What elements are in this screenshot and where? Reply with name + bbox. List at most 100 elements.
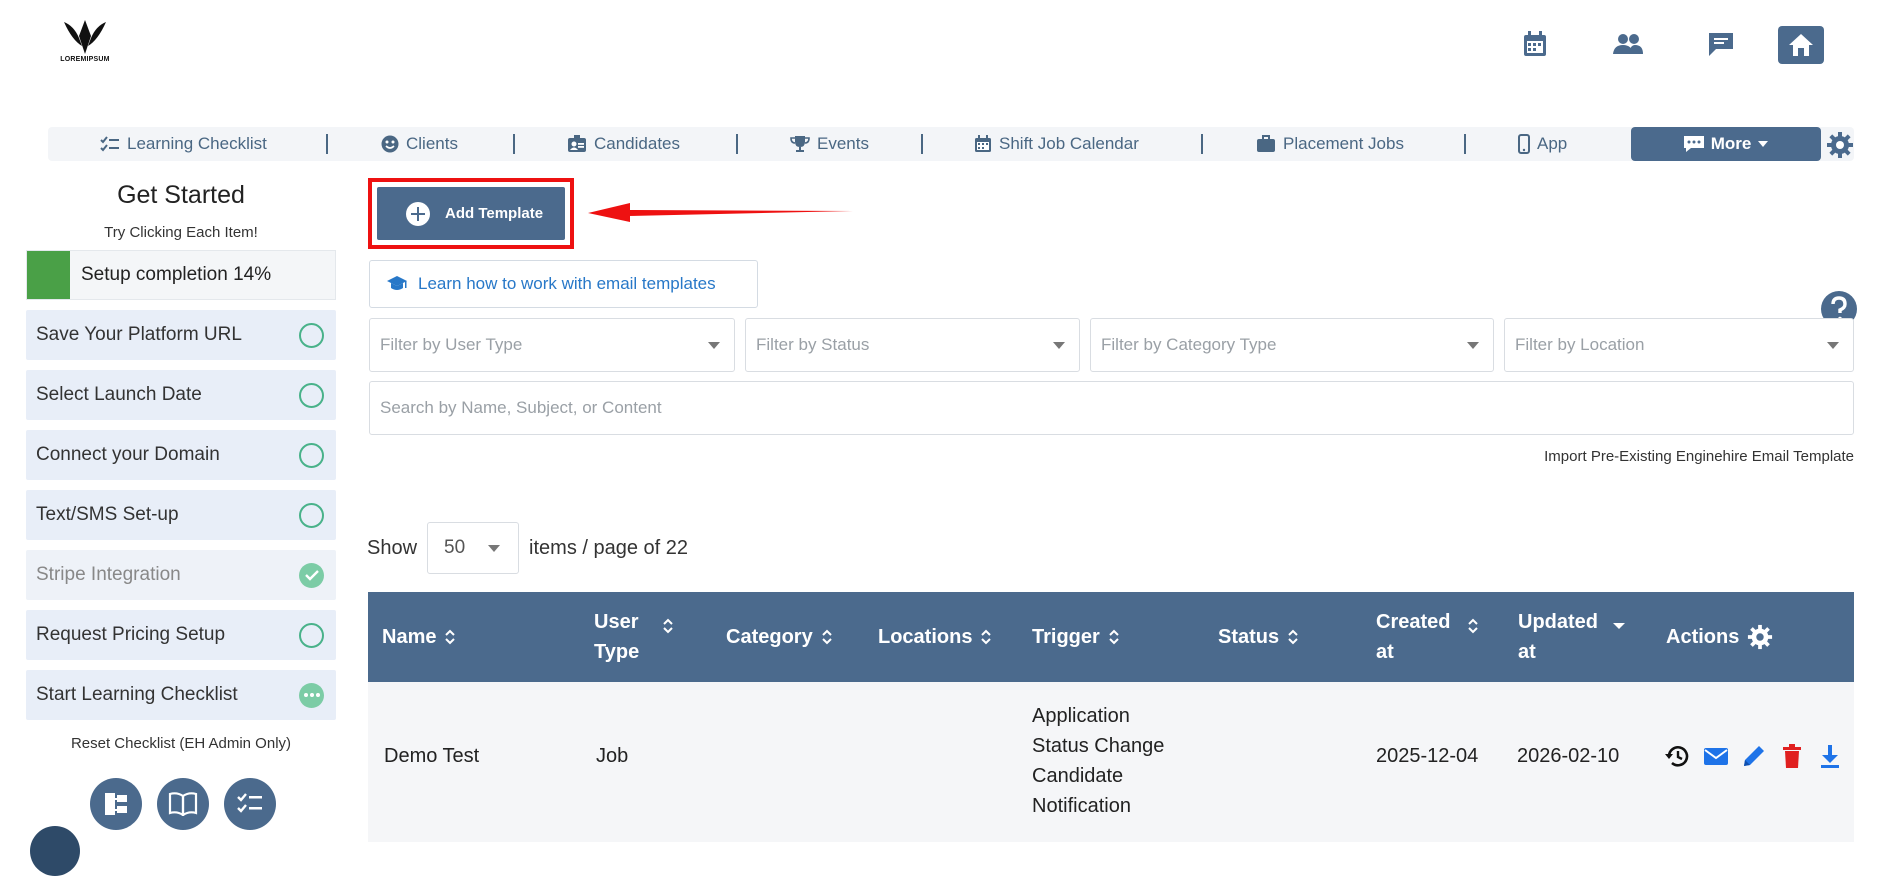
people-icon[interactable] — [1613, 29, 1643, 59]
progress-label: Setup completion 14% — [81, 264, 272, 285]
add-template-label: Add Template — [445, 205, 544, 222]
caret-down-icon — [488, 544, 501, 552]
checklist-item-label: Text/SMS Set-up — [36, 504, 179, 525]
edit-pencil-icon[interactable] — [1740, 742, 1768, 770]
briefcase-icon — [1257, 135, 1275, 152]
search-placeholder: Search by Name, Subject, or Content — [380, 398, 662, 417]
checklist-item-label: Connect your Domain — [36, 444, 220, 465]
learn-link-label: Learn how to work with email templates — [418, 274, 716, 293]
nav-events[interactable]: Events — [790, 127, 869, 161]
sort-icon — [1288, 629, 1298, 645]
checklist-button[interactable] — [224, 778, 276, 830]
pending-circle-icon — [299, 622, 324, 648]
show-label: Show — [367, 536, 418, 559]
col-status[interactable]: Status — [1218, 592, 1299, 682]
calendar-icon[interactable] — [1520, 29, 1550, 59]
pending-circle-icon — [299, 382, 324, 408]
col-category[interactable]: Category — [726, 592, 833, 682]
nav-clients[interactable]: Clients — [381, 127, 458, 161]
filter-category-type[interactable]: Filter by Category Type — [1090, 318, 1494, 372]
checklist-icon — [237, 793, 262, 813]
checklist-item-launch-date[interactable]: Select Launch Date — [26, 370, 336, 420]
sort-icon — [1468, 618, 1478, 634]
nav-app[interactable]: App — [1518, 127, 1567, 161]
checklist-item-label: Start Learning Checklist — [36, 684, 238, 705]
filter-status[interactable]: Filter by Status — [745, 318, 1080, 372]
more-menu-button[interactable]: More — [1631, 127, 1821, 161]
table-header: Name User Type Category Locations Trigge… — [368, 592, 1854, 682]
col-name[interactable]: Name — [382, 592, 456, 682]
add-template-highlight: Add Template — [368, 178, 574, 249]
sort-icon — [1109, 629, 1119, 645]
home-button[interactable] — [1778, 26, 1824, 64]
filter-placeholder: Filter by Category Type — [1101, 335, 1277, 354]
nav-shift-job-calendar[interactable]: Shift Job Calendar — [974, 127, 1139, 161]
search-input[interactable]: Search by Name, Subject, or Content — [369, 381, 1854, 435]
settings-gear-icon[interactable] — [1826, 131, 1854, 159]
history-icon[interactable] — [1664, 742, 1692, 770]
cell-trigger: Application Status Change Candidate Noti… — [1032, 705, 1165, 817]
nav-label: Events — [817, 134, 869, 153]
logo-emblem-icon — [64, 20, 106, 54]
checklist-item-platform-url[interactable]: Save Your Platform URL — [26, 310, 336, 360]
col-updated-at[interactable]: Updated at — [1518, 592, 1625, 682]
page-info: items / page of 22 — [529, 536, 689, 559]
sitemap-icon — [105, 793, 127, 815]
filter-location[interactable]: Filter by Location — [1504, 318, 1854, 372]
learn-email-templates-link[interactable]: Learn how to work with email templates — [369, 260, 758, 308]
comment-dots-icon — [1683, 136, 1704, 152]
add-template-button[interactable]: Add Template — [377, 187, 565, 240]
checklist-item-domain[interactable]: Connect your Domain — [26, 430, 336, 480]
download-icon[interactable] — [1816, 742, 1844, 770]
setup-progress: Setup completion 14% — [26, 250, 336, 300]
caret-down-icon — [1467, 341, 1479, 349]
chat-launcher-button[interactable] — [30, 826, 80, 876]
nav-label: Learning Checklist — [127, 134, 267, 153]
chat-icon[interactable] — [1706, 29, 1736, 59]
col-locations[interactable]: Locations — [878, 592, 992, 682]
gear-icon[interactable] — [1747, 624, 1773, 650]
checklist-icon — [100, 136, 119, 152]
filter-user-type[interactable]: Filter by User Type — [369, 318, 735, 372]
delete-trash-icon[interactable] — [1778, 742, 1806, 770]
checklist-item-stripe[interactable]: Stripe Integration — [26, 550, 336, 600]
col-created-at[interactable]: Created at — [1376, 592, 1479, 682]
nav-candidates[interactable]: Candidates — [567, 127, 680, 161]
checklist-item-sms[interactable]: Text/SMS Set-up — [26, 490, 336, 540]
nav-learning-checklist[interactable]: Learning Checklist — [100, 127, 267, 161]
nav-label: App — [1537, 134, 1568, 153]
filter-placeholder: Filter by Location — [1515, 335, 1645, 354]
email-icon[interactable] — [1702, 742, 1730, 770]
sort-icon — [663, 618, 673, 634]
nav-placement-jobs[interactable]: Placement Jobs — [1256, 127, 1404, 161]
col-trigger-label: Trigger — [1032, 626, 1100, 648]
pagination-control: Show 50 items / page of 22 — [367, 522, 688, 574]
graduation-cap-icon — [387, 276, 407, 290]
nav-label: Shift Job Calendar — [999, 134, 1139, 153]
smiley-icon — [381, 135, 399, 153]
id-badge-icon — [568, 135, 586, 152]
main-nav: Learning Checklist Clients Candidates Ev… — [48, 127, 1854, 161]
sort-icon — [821, 629, 832, 645]
check-circle-icon — [299, 562, 324, 588]
filter-placeholder: Filter by Status — [756, 335, 870, 354]
sort-icon — [981, 629, 992, 645]
cell-name: Demo Test — [384, 745, 480, 767]
col-actions-label: Actions — [1666, 626, 1740, 648]
checklist-item-learning[interactable]: Start Learning Checklist — [26, 670, 336, 720]
progress-fill — [27, 251, 71, 299]
caret-down-icon — [1053, 341, 1065, 349]
col-user-type[interactable]: User Type — [594, 592, 694, 682]
sort-icon — [445, 629, 456, 645]
sitemap-button[interactable] — [90, 778, 142, 830]
col-trigger[interactable]: Trigger — [1032, 592, 1120, 682]
guide-button[interactable] — [157, 778, 209, 830]
checklist-item-label: Stripe Integration — [36, 564, 181, 585]
plus-circle-icon — [406, 201, 430, 226]
reset-checklist-link[interactable]: Reset Checklist (EH Admin Only) — [26, 735, 336, 752]
page-size-select[interactable]: 50 — [427, 522, 520, 574]
cell-created-at: 2025-12-04 — [1376, 745, 1479, 767]
checklist-item-pricing[interactable]: Request Pricing Setup — [26, 610, 336, 660]
brand-logo[interactable]: LOREMIPSUM — [60, 16, 110, 72]
import-template-link[interactable]: Import Pre-Existing Enginehire Email Tem… — [1544, 448, 1854, 465]
